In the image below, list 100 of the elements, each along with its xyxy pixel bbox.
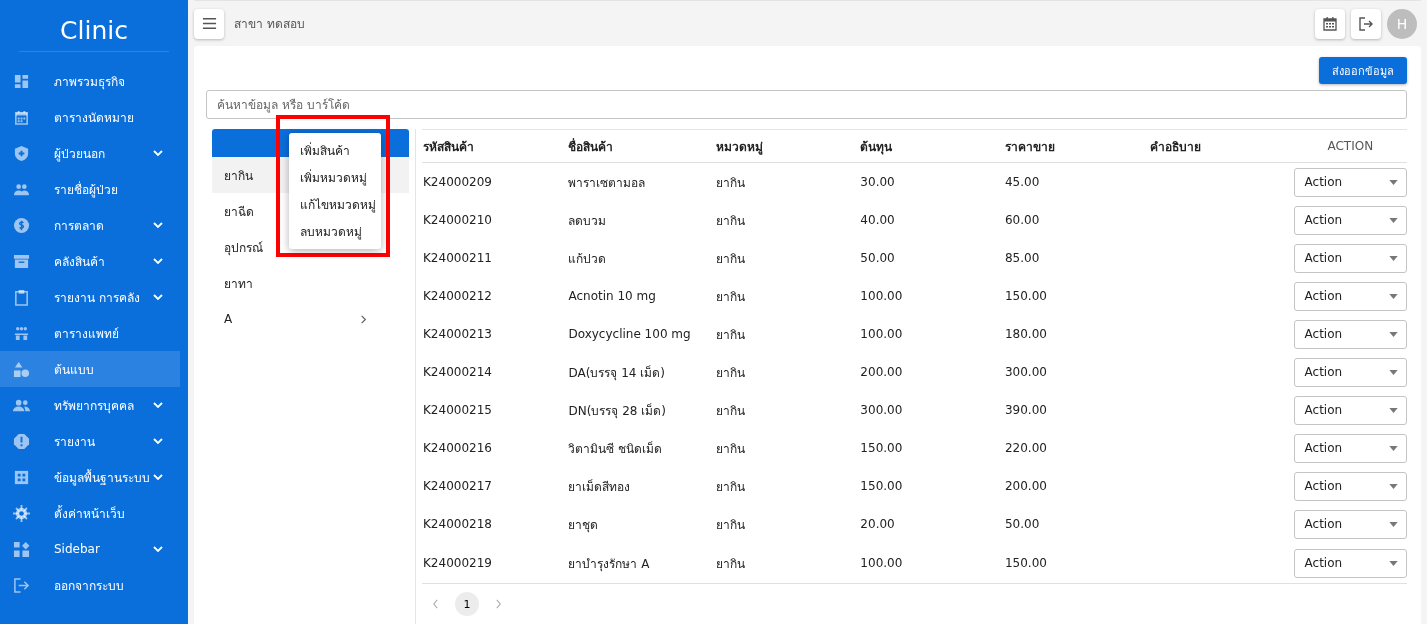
table-cell: ยากิน (714, 543, 860, 584)
table-cell-text: K24000216 (422, 440, 493, 457)
table-cell-text: 150.00 (859, 478, 904, 495)
column-header: รหัสสินค้า (422, 129, 568, 163)
menu-button[interactable] (194, 8, 224, 39)
table-cell-text: Acnotin 10 mg (567, 288, 657, 305)
page-button[interactable]: 1 (455, 592, 479, 616)
sidebar-item[interactable]: รายชื่อผู้ป่วย (0, 171, 180, 207)
sidebar-item[interactable]: ตารางแพทย์ (0, 315, 180, 351)
table-cell-text: ยากิน (714, 402, 746, 420)
action-dropdown[interactable]: Action (1293, 433, 1407, 463)
grid-icon (13, 468, 30, 486)
export-button[interactable]: ส่งออกข้อมูล (1319, 57, 1407, 84)
table-cell: 45.00 (1003, 162, 1149, 201)
table-cell-text: 50.00 (859, 250, 896, 267)
table-cell-text: DA(บรรจุ 14 เม็ด) (567, 364, 666, 383)
category-item[interactable]: ยาทา (212, 265, 409, 301)
table-cell-text: K24000213 (422, 326, 493, 343)
sidebar-item[interactable]: ผู้ป่วยนอก (0, 135, 180, 171)
table-cell-text: 100.00 (859, 326, 904, 343)
menu-item[interactable]: แก้ไขหมวดหมู่ (289, 191, 381, 218)
table-cell-text: 20.00 (859, 516, 896, 533)
action-dropdown[interactable]: Action (1293, 509, 1407, 539)
sidebar-item[interactable]: การตลาด (0, 207, 180, 243)
shapes-icon (13, 360, 30, 378)
table-cell-text: ยากิน (714, 250, 746, 268)
table-cell-text: ลดบวม (567, 212, 608, 230)
table-cell: พาราเซตามอล (567, 162, 715, 201)
table-cell-text: K24000218 (422, 516, 493, 533)
category-item[interactable]: A (212, 301, 409, 337)
table-cell-text: แก้ปวด (567, 250, 608, 268)
table-cell-text: ยากิน (714, 288, 746, 306)
menu-icon (201, 16, 217, 31)
table-cell-text: K24000211 (422, 250, 493, 267)
table-cell-text: K24000214 (422, 364, 493, 381)
clipboard-icon (13, 288, 30, 306)
archive-icon (13, 252, 30, 270)
column-header: ต้นทุน (859, 129, 1004, 163)
sidebar-item[interactable]: ตั้งค่าหน้าเว็บ (0, 495, 180, 531)
sidebar-item[interactable]: คลังสินค้า (0, 243, 180, 279)
table-cell-text: 150.00 (1003, 288, 1048, 305)
search-field[interactable]: ค้นหาข้อมูล หรือ บาร์โค้ด (206, 90, 1407, 119)
calendar-icon (1322, 15, 1338, 32)
table-cell-text: 150.00 (859, 440, 904, 457)
logout-icon (13, 576, 30, 594)
action-dropdown[interactable]: Action (1293, 548, 1407, 578)
action-dropdown[interactable]: Action (1293, 395, 1407, 425)
caret-icon (1389, 217, 1398, 223)
alert-icon (13, 432, 30, 450)
sidebar-item[interactable]: ตารางนัดหมาย (0, 99, 180, 135)
table-cell: K24000219 (422, 543, 568, 584)
settings-icon (13, 504, 30, 522)
caret-icon (1389, 255, 1398, 261)
action-dropdown[interactable]: Action (1293, 205, 1407, 235)
caret-icon (1389, 293, 1398, 299)
sidebar-item[interactable]: ต้นแบบ (0, 351, 180, 387)
action-dropdown[interactable]: Action (1293, 281, 1407, 311)
table-cell-text: ยากิน (714, 326, 746, 344)
table-cell-text: 390.00 (1003, 402, 1048, 419)
logout-icon (1358, 15, 1374, 32)
logout-button[interactable] (1351, 8, 1381, 39)
column-header: คำอธิบาย (1148, 129, 1294, 163)
caret-icon (1389, 407, 1398, 413)
table-cell-text: Doxycycline 100 mg (567, 326, 692, 343)
widgets-icon (13, 540, 30, 558)
table-cell-text: 300.00 (859, 402, 904, 419)
table-cell-text: ยากิน (714, 212, 746, 230)
table-cell-text: 100.00 (859, 288, 904, 305)
table-cell-text: DN(บรรจุ 28 เม็ด) (567, 402, 667, 421)
people-icon (13, 324, 30, 342)
table-cell: 30.00 (859, 162, 1004, 201)
sidebar-item[interactable]: ข้อมูลพื้นฐานระบบ (0, 459, 180, 495)
action-dropdown[interactable]: Action (1293, 243, 1407, 273)
sidebar-item[interactable]: ภาพรวมธุรกิจ (0, 63, 180, 99)
caret-icon (1389, 560, 1398, 566)
sidebar-item[interactable]: รายงาน (0, 423, 180, 459)
table-cell-text: วิตามินซี ชนิดเม็ด (567, 440, 664, 458)
menu-item[interactable]: เพิ่มหมวดหมู่ (289, 164, 381, 191)
calendar-button[interactable] (1315, 8, 1345, 39)
sidebar-item[interactable]: Sidebar (0, 531, 180, 567)
caret-icon (1389, 483, 1398, 489)
table-cell-text: ยาชุด (567, 516, 600, 535)
table-cell-text: 50.00 (1003, 516, 1041, 533)
table-cell-text: 300.00 (1003, 364, 1048, 381)
table-cell-text: ยากิน (714, 440, 746, 458)
action-dropdown[interactable]: Action (1293, 357, 1407, 387)
sidebar-item[interactable]: ทรัพยากรบุคคล (0, 387, 180, 423)
table-cell-text: ยากิน (714, 516, 746, 534)
action-dropdown[interactable]: Action (1293, 167, 1407, 197)
action-dropdown[interactable]: Action (1293, 471, 1407, 501)
action-dropdown[interactable]: Action (1293, 319, 1407, 349)
dollar-icon (13, 216, 30, 234)
table-cell-text: 200.00 (859, 364, 904, 381)
brand-title: Clinic (19, 0, 169, 52)
menu-item[interactable]: ลบหมวดหมู่ (289, 218, 381, 245)
table-cell-text: ยากิน (714, 364, 746, 382)
sidebar-item[interactable]: ออกจากระบบ (0, 567, 180, 603)
calendar-icon (13, 108, 30, 126)
table-cell-text: K24000217 (422, 478, 493, 495)
sidebar-item[interactable]: รายงาน การคลัง (0, 279, 180, 315)
